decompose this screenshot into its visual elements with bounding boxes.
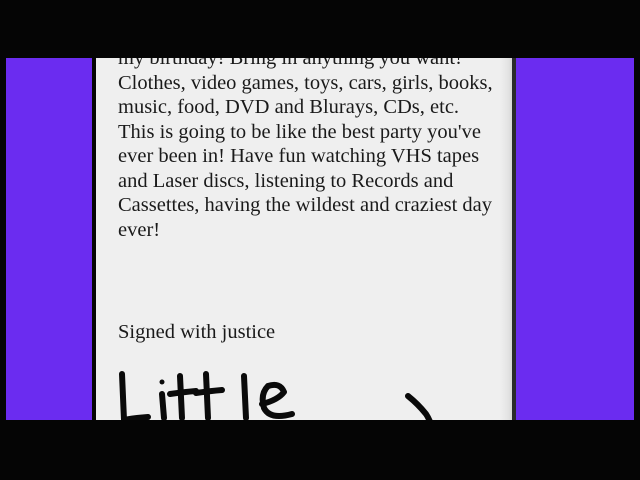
letter-signoff: Signed with justice	[118, 321, 276, 343]
left-purple-panel	[6, 58, 92, 420]
letter-paper: my birthday! Bring in anything you want!…	[96, 58, 514, 420]
right-purple-panel	[514, 58, 634, 420]
pen-stroke-mark	[405, 393, 433, 420]
letterbox-top	[0, 0, 640, 58]
letterbox-bottom	[0, 420, 640, 480]
handwritten-signature	[119, 371, 295, 420]
letter-body-text: my birthday! Bring in anything you want!…	[118, 58, 493, 241]
paper-shadow	[512, 58, 516, 420]
